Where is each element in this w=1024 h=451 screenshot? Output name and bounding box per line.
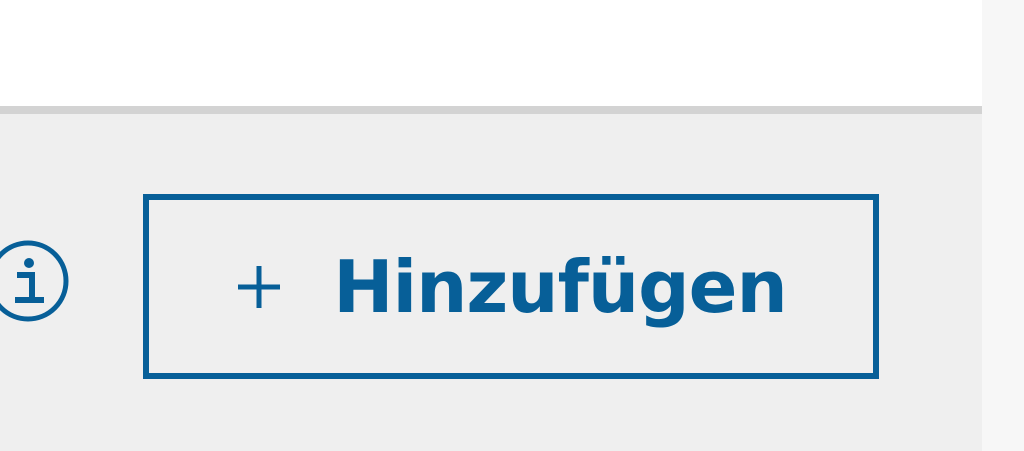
add-button-label: Hinzufügen [333,244,788,329]
add-button[interactable]: Hinzufügen [143,194,879,379]
toolbar-divider [0,106,982,114]
action-toolbar: Hinzufügen [0,114,982,451]
info-icon[interactable] [0,239,70,323]
right-gutter [982,0,1024,451]
content-area [0,0,982,106]
application-screen: Hinzufügen [0,0,1024,451]
plus-icon [238,265,281,308]
